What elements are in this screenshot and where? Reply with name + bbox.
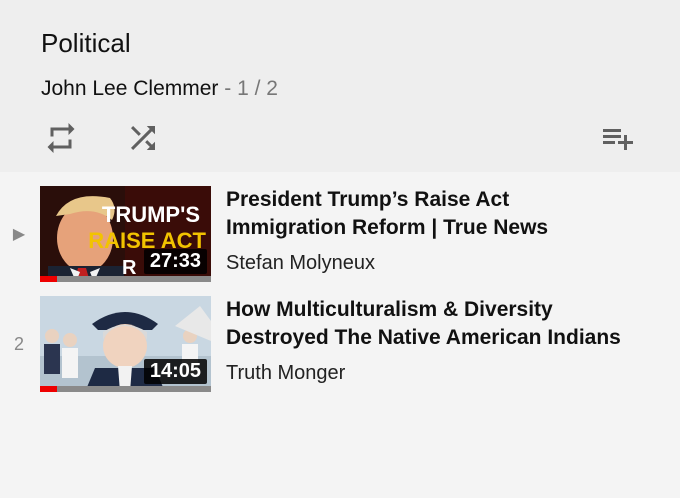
video-title-line: How Multiculturalism & Diversity [226,298,553,321]
video-duration: 14:05 [143,359,207,384]
video-thumbnail[interactable]: 14:05 [40,296,211,392]
owner-separator: - [224,77,232,100]
video-thumbnail[interactable]: TRUMP'S RAISE ACT R 27:33 [40,186,211,282]
playlist-items: ▶ TRUMP'S RAISE ACT R 27:33 President Tr… [0,172,680,498]
video-duration: 27:33 [143,249,207,274]
video-channel[interactable]: Stefan Molyneux [226,252,375,275]
loop-button[interactable] [41,118,81,158]
video-channel[interactable]: Truth Monger [226,362,345,385]
playlist-owner[interactable]: John Lee Clemmer [41,77,218,100]
playlist-item-index: 2 [13,334,24,354]
video-title-line: President Trump’s Raise Act [226,188,510,211]
watch-progress-fill [40,276,58,282]
video-title-line: Immigration Reform | True News [226,216,549,239]
playlist-add-icon [603,129,633,150]
playlist-owner-line: John Lee Clemmer - 1 / 2 [41,77,278,101]
watch-progress-bar [40,386,211,392]
thumbnail-text-1: TRUMP'S [102,202,200,227]
watch-progress-fill [40,386,58,392]
playlist-item[interactable]: 2 14:05 How Multiculturalism & Diversity… [0,296,680,396]
shuffle-button[interactable] [123,118,163,158]
playlist-item[interactable]: ▶ TRUMP'S RAISE ACT R 27:33 President Tr… [0,186,680,286]
playlist-header: Political John Lee Clemmer - 1 / 2 [0,0,680,172]
watch-progress-bar [40,276,211,282]
playlist-title[interactable]: Political [41,28,131,59]
now-playing-icon: ▶ [12,226,26,243]
loop-icon [47,123,75,153]
add-to-playlist-button[interactable] [598,118,638,158]
video-title[interactable]: How Multiculturalism & Diversity Destroy… [226,296,666,352]
video-title[interactable]: President Trump’s Raise Act Immigration … [226,186,666,242]
playlist-position: 1 / 2 [237,77,278,100]
shuffle-icon [131,126,155,150]
video-title-line: Destroyed The Native American Indians [226,326,621,349]
